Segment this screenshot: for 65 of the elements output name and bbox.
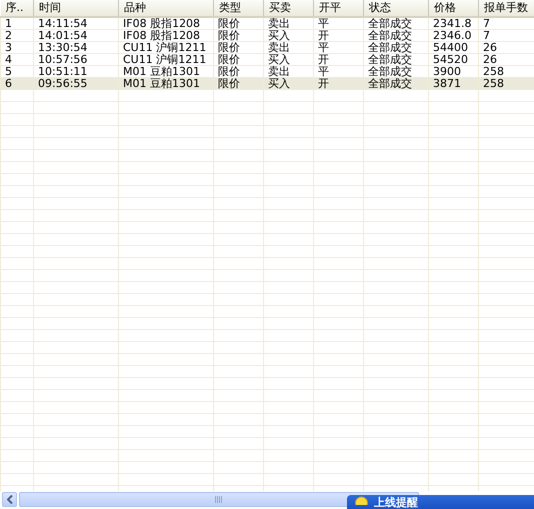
grip-icon xyxy=(215,496,223,503)
table-cell: 13:30:54 xyxy=(34,42,118,54)
table-cell: 6 xyxy=(0,78,34,90)
table-cell: IF08 股指1208 xyxy=(118,30,214,42)
table-cell: 2341.8 xyxy=(428,17,478,30)
table-cell: 开 xyxy=(314,78,364,90)
table-cell: 26 xyxy=(478,54,534,66)
table-cell: 全部成交 xyxy=(364,17,428,30)
table-cell: 卖出 xyxy=(264,42,314,54)
table-cell: 买入 xyxy=(264,78,314,90)
column-header[interactable]: 类型 xyxy=(214,0,264,17)
table-cell: 限价 xyxy=(214,54,264,66)
table-cell: CU11 沪铜1211 xyxy=(118,42,214,54)
table-cell: 全部成交 xyxy=(364,54,428,66)
table-cell: 2346.0 xyxy=(428,30,478,42)
table-cell: IF08 股指1208 xyxy=(118,17,214,30)
table-cell: 平 xyxy=(314,17,364,30)
table-cell: 平 xyxy=(314,42,364,54)
column-header[interactable]: 状态 xyxy=(364,0,428,17)
table-cell: 10:57:56 xyxy=(34,54,118,66)
table-cell: 4 xyxy=(0,54,34,66)
table-cell: 14:11:54 xyxy=(34,17,118,30)
table-row[interactable]: 3 13:30:54 CU11 沪铜1211 限价 卖出 平 全部成交 54400 26 xyxy=(0,42,534,54)
scroll-left-button[interactable] xyxy=(2,492,17,507)
table-cell: 3871 xyxy=(428,78,478,90)
column-header[interactable]: 开平 xyxy=(314,0,364,17)
table-cell: 开 xyxy=(314,54,364,66)
table-cell: 买入 xyxy=(264,54,314,66)
table-cell: 7 xyxy=(478,17,534,30)
table-row[interactable]: 2 14:01:54 IF08 股指1208 限价 买入 开 全部成交 2346.0 7 xyxy=(0,30,534,42)
table-cell: 限价 xyxy=(214,78,264,90)
table-cell: 54520 xyxy=(428,54,478,66)
table-cell: 全部成交 xyxy=(364,42,428,54)
table-cell: 全部成交 xyxy=(364,30,428,42)
column-header[interactable]: 价格 xyxy=(428,0,478,17)
notification-popup[interactable]: 上线提醒 xyxy=(347,495,534,509)
table-cell: 26 xyxy=(478,42,534,54)
column-header[interactable]: 买卖 xyxy=(264,0,314,17)
table-cell: 14:01:54 xyxy=(34,30,118,42)
table-cell: 54400 xyxy=(428,42,478,54)
table-cell: M01 豆粕1301 xyxy=(118,78,214,90)
table-cell: 3 xyxy=(0,42,34,54)
table-cell: 7 xyxy=(478,30,534,42)
popup-title: 上线提醒 xyxy=(374,497,418,509)
table-cell: 买入 xyxy=(264,30,314,42)
table-cell: 258 xyxy=(478,78,534,90)
table-cell: CU11 沪铜1211 xyxy=(118,54,214,66)
table-cell: 限价 xyxy=(214,42,264,54)
table-cell: 卖出 xyxy=(264,17,314,30)
column-header[interactable]: 时间 xyxy=(34,0,118,17)
table-row[interactable]: 4 10:57:56 CU11 沪铜1211 限价 买入 开 全部成交 54520 26 xyxy=(0,54,534,66)
table-cell: 全部成交 xyxy=(364,78,428,90)
table-cell: 限价 xyxy=(214,17,264,30)
table-cell: 开 xyxy=(314,30,364,42)
column-header[interactable]: 品种 xyxy=(118,0,214,17)
table-cell: 限价 xyxy=(214,30,264,42)
column-header[interactable]: 报单手数 xyxy=(478,0,534,17)
table-cell: 2 xyxy=(0,30,34,42)
table-row[interactable]: 1 14:11:54 IF08 股指1208 限价 卖出 平 全部成交 2341.8 7 xyxy=(0,17,534,30)
table-cell: 09:56:55 xyxy=(34,78,118,90)
table-row[interactable]: 6 09:56:55 M01 豆粕1301 限价 买入 开 全部成交 3871 258 xyxy=(0,78,534,90)
table-cell: 1 xyxy=(0,17,34,30)
bulb-icon xyxy=(355,495,368,505)
column-header[interactable]: 序.. xyxy=(0,0,34,17)
chevron-left-icon xyxy=(6,495,12,504)
